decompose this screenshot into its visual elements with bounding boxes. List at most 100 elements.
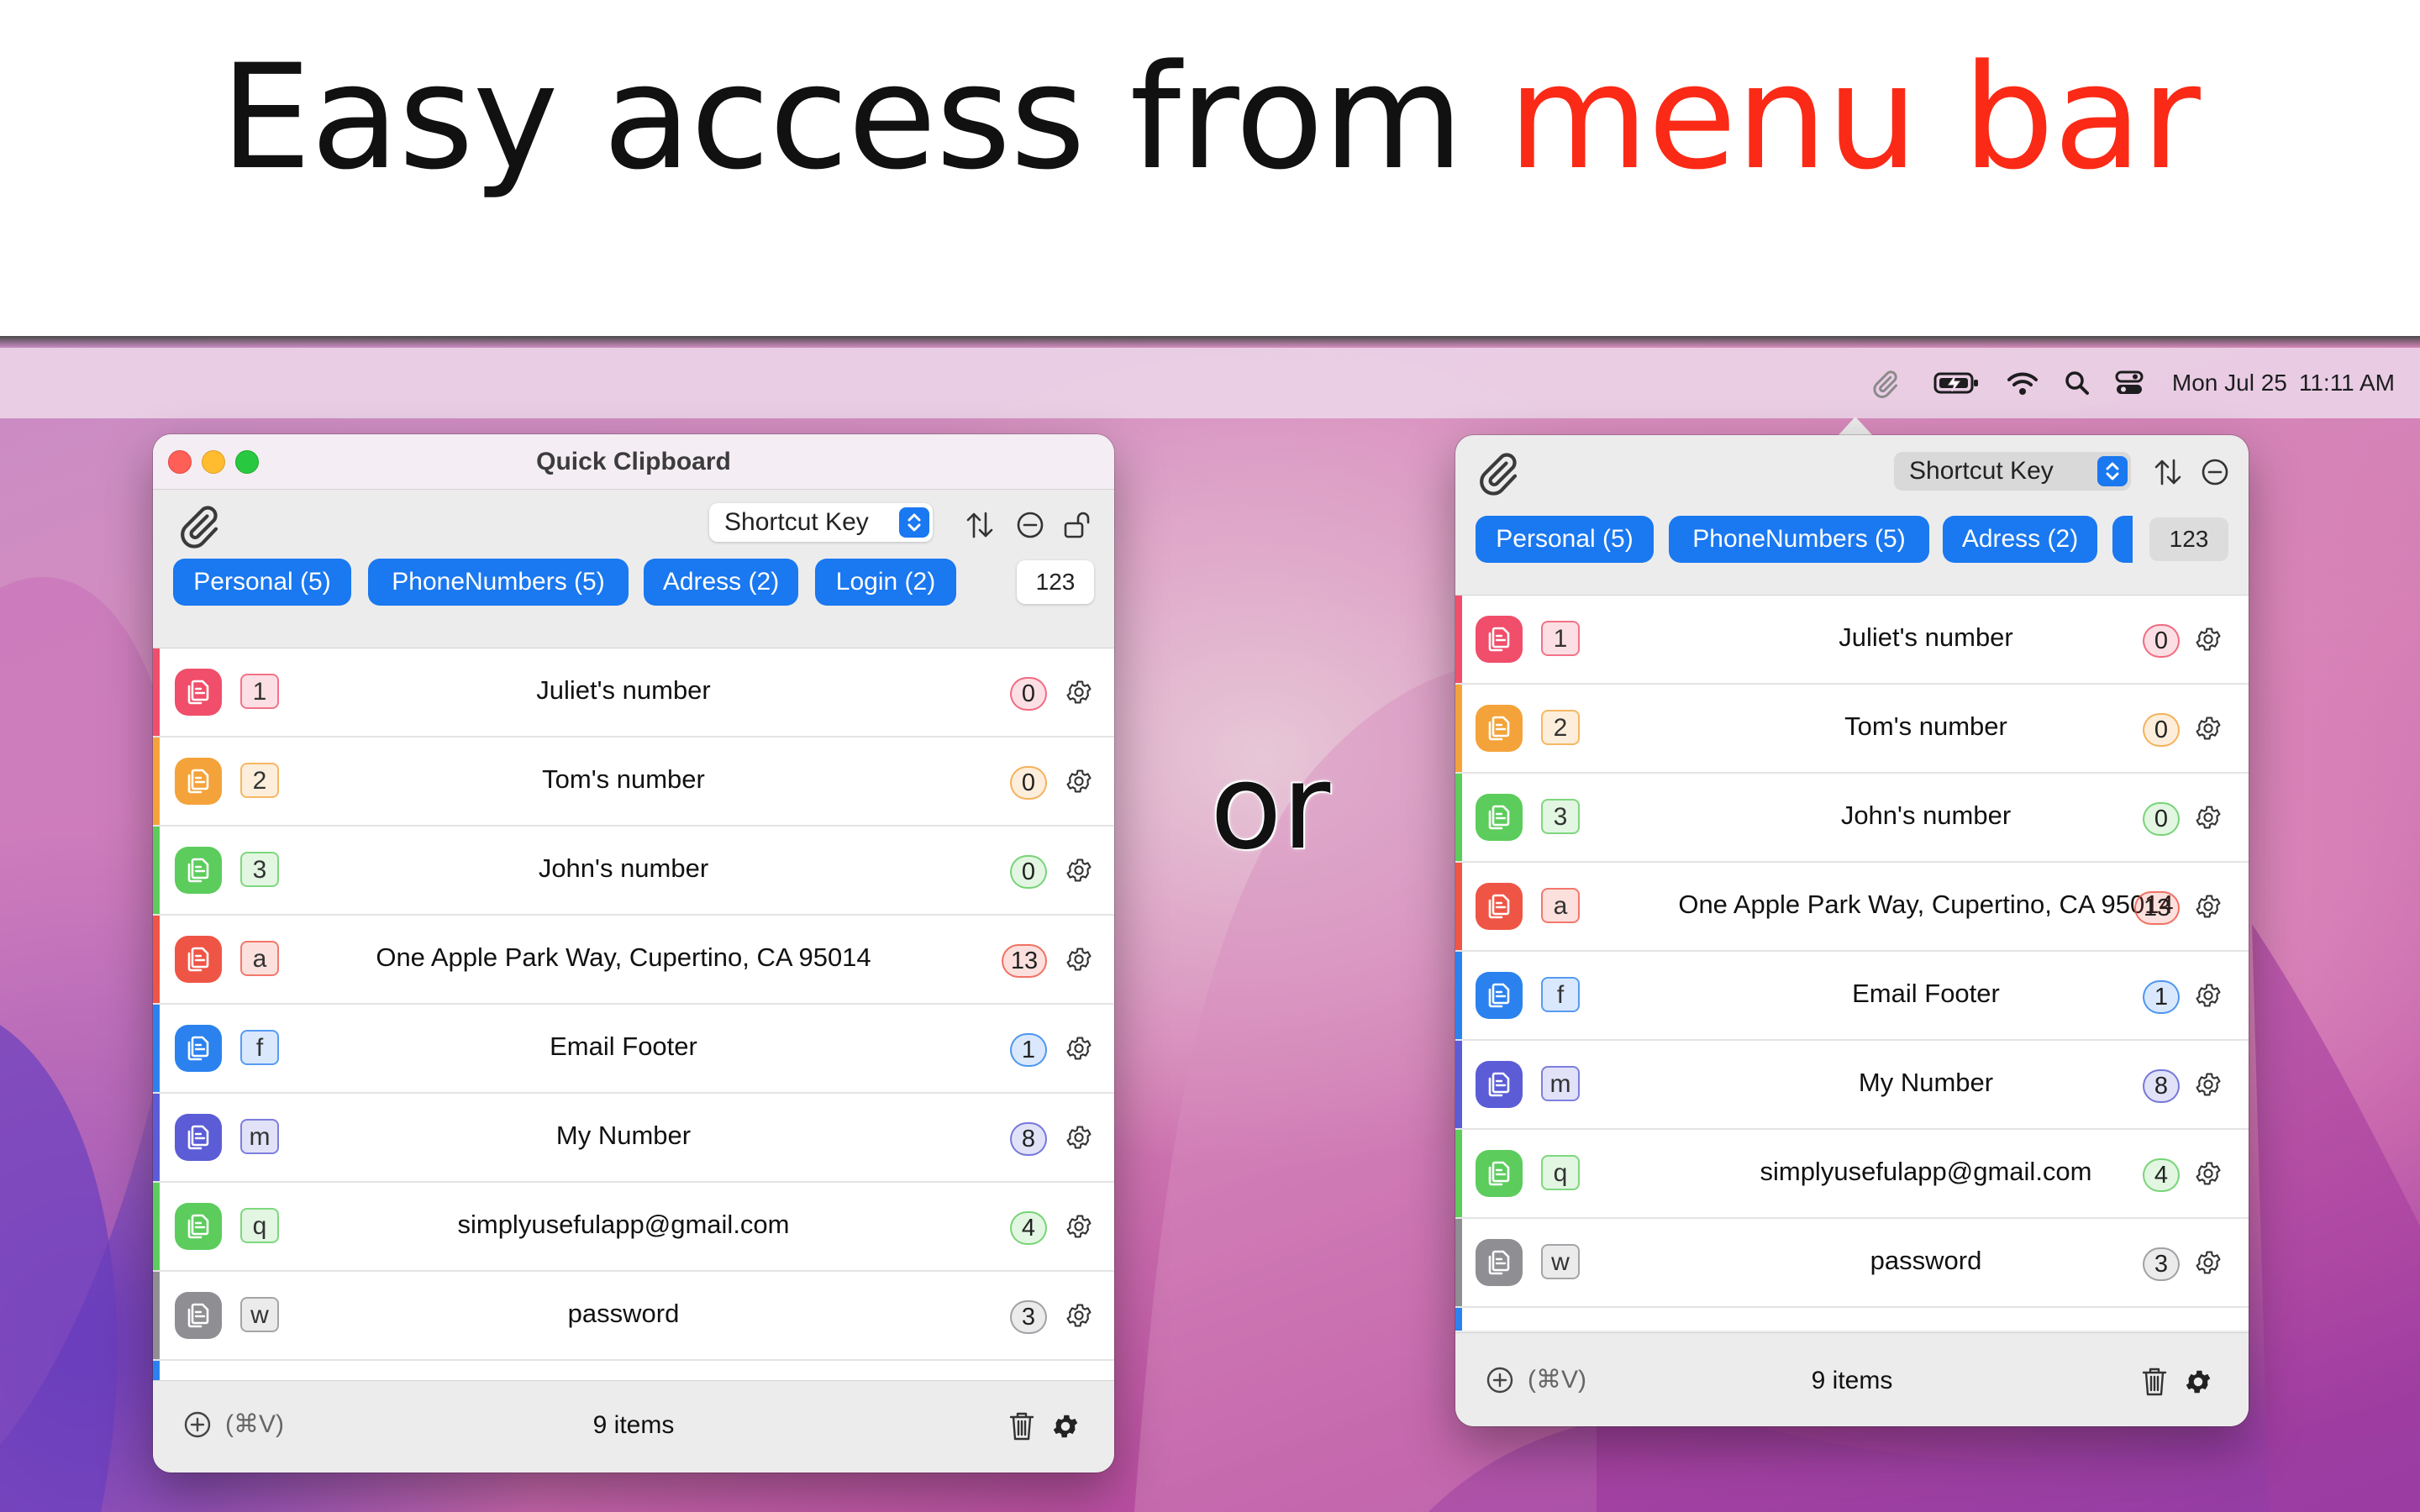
- item-color-bar: [153, 738, 160, 825]
- list-item[interactable]: 2 Tom's number 0: [153, 738, 1114, 827]
- select-stepper-icon: [899, 507, 929, 538]
- shortcut-key: q: [1541, 1155, 1580, 1190]
- document-icon[interactable]: [175, 936, 222, 983]
- document-icon[interactable]: [175, 758, 222, 805]
- usage-count-badge: 0: [2143, 624, 2180, 658]
- clipboard-list: 1 Juliet's number 0 2 Tom's number 0 3 John's n…: [153, 648, 1114, 1380]
- usage-count-badge: 0: [2143, 802, 2180, 836]
- trash-icon[interactable]: [1005, 1410, 1039, 1443]
- unlock-icon[interactable]: [1060, 508, 1094, 542]
- item-settings-icon[interactable]: [2191, 1246, 2225, 1279]
- usage-count-badge: 1: [1010, 1033, 1047, 1067]
- item-settings-icon[interactable]: [2191, 1068, 2225, 1101]
- document-icon[interactable]: [1476, 1150, 1523, 1197]
- shortcut-key: a: [240, 941, 279, 976]
- page-divider-shadow: [0, 336, 2420, 348]
- item-color-bar: [1455, 1219, 1462, 1306]
- document-icon[interactable]: [1476, 1061, 1523, 1108]
- item-settings-icon[interactable]: [2191, 890, 2225, 923]
- item-settings-icon[interactable]: [2191, 979, 2225, 1012]
- usage-count-badge: 8: [2143, 1069, 2180, 1103]
- minus-circle-icon[interactable]: [1013, 508, 1047, 542]
- item-settings-icon[interactable]: [1062, 1210, 1096, 1243]
- tab-personal[interactable]: Personal (5): [173, 559, 351, 606]
- count-box[interactable]: 123: [1017, 560, 1094, 604]
- search-icon[interactable]: [2065, 348, 2090, 418]
- item-settings-icon[interactable]: [1062, 675, 1096, 709]
- list-item[interactable]: q simplyusefulapp@gmail.com 4: [1455, 1130, 2249, 1219]
- item-name: My Number: [555, 1121, 692, 1150]
- tab-login[interactable]: Login (2): [815, 559, 956, 606]
- document-icon[interactable]: [1476, 794, 1523, 841]
- item-color-bar: [153, 916, 160, 1003]
- item-settings-icon[interactable]: [2191, 711, 2225, 745]
- tab-adress[interactable]: Adress (2): [644, 559, 798, 606]
- list-item[interactable]: 1 Juliet's number 0: [1455, 596, 2249, 685]
- item-settings-icon[interactable]: [1062, 853, 1096, 887]
- list-item[interactable]: w password 3: [1455, 1219, 2249, 1308]
- document-icon[interactable]: [1476, 616, 1523, 663]
- document-icon[interactable]: [175, 1025, 222, 1072]
- list-item-partial: [153, 1361, 1114, 1380]
- list-item[interactable]: 3 John's number 0: [1455, 774, 2249, 863]
- sort-order-icon[interactable]: [2151, 455, 2185, 489]
- list-item[interactable]: 3 John's number 0: [153, 827, 1114, 916]
- item-settings-icon[interactable]: [2191, 801, 2225, 834]
- tab-overflow[interactable]: [2112, 516, 2133, 563]
- item-settings-icon[interactable]: [1062, 1299, 1096, 1332]
- item-settings-icon[interactable]: [1062, 942, 1096, 976]
- document-icon[interactable]: [175, 1292, 222, 1339]
- menu-bar-clock[interactable]: Mon Jul 25 11:11 AM: [2172, 370, 2395, 396]
- sort-select[interactable]: Shortcut Key: [709, 503, 933, 542]
- item-settings-icon[interactable]: [1062, 764, 1096, 798]
- shortcut-key: f: [240, 1030, 279, 1065]
- document-icon[interactable]: [1476, 705, 1523, 752]
- paperclip-icon: [175, 501, 222, 553]
- gear-icon[interactable]: [1049, 1410, 1082, 1443]
- tab-phonenumbers[interactable]: PhoneNumbers (5): [368, 559, 629, 606]
- document-icon[interactable]: [175, 1203, 222, 1250]
- separator-word: or: [1210, 739, 1331, 876]
- list-item[interactable]: 1 Juliet's number 0: [153, 648, 1114, 738]
- item-color-bar: [1455, 952, 1462, 1039]
- document-icon[interactable]: [175, 847, 222, 894]
- tab-personal[interactable]: Personal (5): [1476, 516, 1654, 563]
- item-settings-icon[interactable]: [1062, 1032, 1096, 1065]
- sort-select[interactable]: Shortcut Key: [1894, 452, 2131, 491]
- item-color-bar: [153, 827, 160, 914]
- list-item[interactable]: a One Apple Park Way, Cupertino, CA 95014…: [153, 916, 1114, 1005]
- battery-charging-icon[interactable]: [1933, 348, 1981, 418]
- list-item[interactable]: m My Number 8: [1455, 1041, 2249, 1130]
- items-count: 9 items: [592, 1411, 675, 1439]
- tab-phonenumbers[interactable]: PhoneNumbers (5): [1669, 516, 1929, 563]
- minus-circle-icon[interactable]: [2198, 455, 2232, 489]
- item-name: Juliet's number: [536, 675, 711, 705]
- document-icon[interactable]: [1476, 1239, 1523, 1286]
- document-icon[interactable]: [1476, 883, 1523, 930]
- document-icon[interactable]: [1476, 972, 1523, 1019]
- list-item[interactable]: 2 Tom's number 0: [1455, 685, 2249, 774]
- wifi-icon[interactable]: [2006, 348, 2039, 418]
- list-item[interactable]: w password 3: [153, 1272, 1114, 1361]
- tab-adress[interactable]: Adress (2): [1943, 516, 2097, 563]
- item-settings-icon[interactable]: [2191, 622, 2225, 656]
- item-settings-icon[interactable]: [2191, 1157, 2225, 1190]
- paperclip-icon[interactable]: [1870, 348, 1900, 418]
- count-box[interactable]: 123: [2149, 517, 2228, 561]
- list-item[interactable]: a One Apple Park Way, Cupertino, CA 95014…: [1455, 863, 2249, 952]
- control-center-icon[interactable]: [2115, 348, 2144, 418]
- item-settings-icon[interactable]: [1062, 1121, 1096, 1154]
- list-item[interactable]: q simplyusefulapp@gmail.com 4: [153, 1183, 1114, 1272]
- sort-order-icon[interactable]: [963, 508, 997, 542]
- list-item[interactable]: f Email Footer 1: [153, 1005, 1114, 1094]
- trash-icon[interactable]: [2138, 1365, 2171, 1399]
- document-icon[interactable]: [175, 1114, 222, 1161]
- sort-select-value: Shortcut Key: [1909, 457, 2054, 485]
- document-icon[interactable]: [175, 669, 222, 716]
- items-count: 9 items: [1811, 1367, 1893, 1394]
- list-item[interactable]: m My Number 8: [153, 1094, 1114, 1183]
- item-color-bar: [1455, 774, 1462, 861]
- gear-icon[interactable]: [2181, 1365, 2215, 1399]
- list-item[interactable]: f Email Footer 1: [1455, 952, 2249, 1041]
- item-color-bar: [153, 1005, 160, 1092]
